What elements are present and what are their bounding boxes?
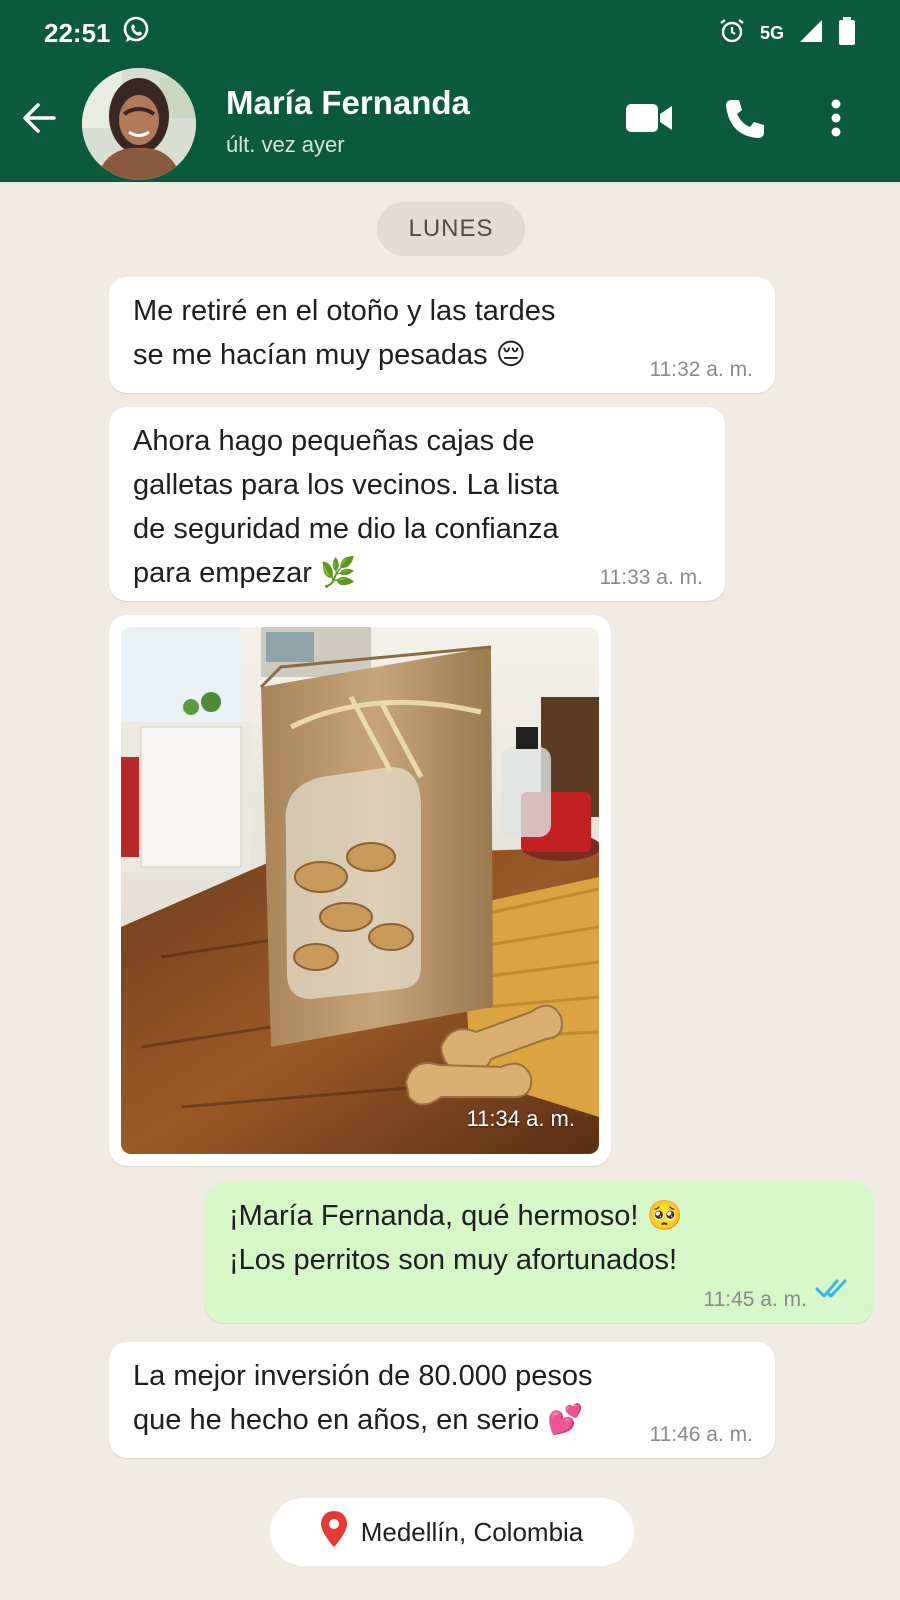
- status-time: 22:51: [44, 17, 111, 48]
- status-bar: 22:51 5G: [0, 0, 900, 66]
- contact-name[interactable]: María Fernanda: [226, 84, 470, 122]
- signal-icon: [798, 18, 824, 49]
- message-bubble-outgoing[interactable]: ¡María Fernanda, qué hermoso! 🥺 ¡Los per…: [205, 1182, 873, 1323]
- location-pin-icon: [320, 1510, 347, 1554]
- network-label: 5G: [759, 22, 784, 43]
- message-time: 11:32 a. m.: [649, 358, 753, 381]
- message-bubble-incoming[interactable]: Ahora hago pequeñas cajas de galletas pa…: [109, 407, 725, 601]
- location-chip[interactable]: Medellín, Colombia: [270, 1498, 634, 1566]
- more-options-icon[interactable]: [826, 96, 846, 147]
- image-message-bubble[interactable]: 11:34 a. m.: [109, 615, 611, 1166]
- double-check-icon: [815, 1269, 853, 1313]
- phone-call-icon[interactable]: [722, 96, 768, 147]
- back-arrow-icon[interactable]: [18, 96, 62, 140]
- alarm-icon: [718, 17, 746, 50]
- chat-area[interactable]: LUNES Me retiré en el otoño y las tardes…: [0, 182, 900, 1600]
- message-time: 11:45 a. m.: [703, 1288, 807, 1311]
- whatsapp-icon: [121, 15, 151, 52]
- message-time: 11:33 a. m.: [599, 566, 703, 589]
- chat-header: María Fernanda últ. vez ayer: [0, 66, 900, 182]
- battery-icon: [838, 16, 856, 50]
- last-seen-status: últ. vez ayer: [226, 132, 345, 157]
- message-text: ¡María Fernanda, qué hermoso! 🥺 ¡Los per…: [229, 1200, 683, 1276]
- image-time: 11:34 a. m.: [466, 1106, 575, 1131]
- video-call-icon[interactable]: [624, 96, 674, 145]
- message-bubble-incoming[interactable]: Me retiré en el otoño y las tardes se me…: [109, 277, 775, 393]
- message-bubble-incoming[interactable]: La mejor inversión de 80.000 pesos que h…: [109, 1342, 775, 1458]
- message-time: 11:46 a. m.: [649, 1423, 753, 1446]
- day-separator: LUNES: [377, 202, 525, 256]
- cookie-bag-photo[interactable]: 11:34 a. m.: [121, 627, 599, 1154]
- avatar[interactable]: [82, 68, 196, 180]
- location-text: Medellín, Colombia: [360, 1516, 584, 1547]
